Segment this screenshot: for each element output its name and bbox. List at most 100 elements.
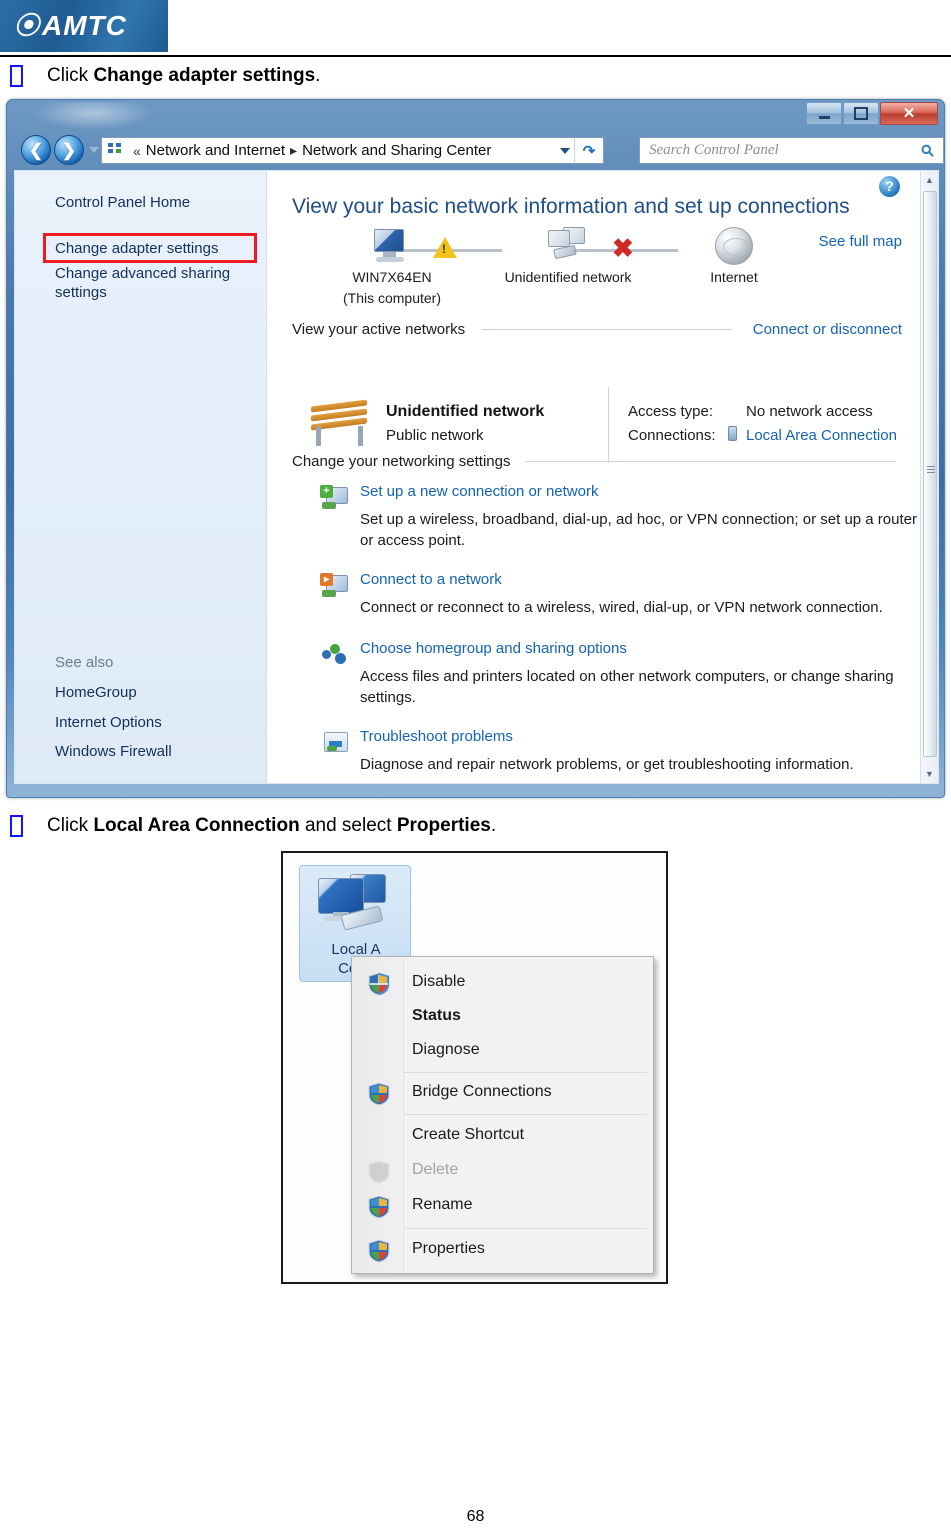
content-scrollbar[interactable]: ▲ ▼ — [920, 171, 938, 783]
address-dropdown-button[interactable] — [556, 147, 574, 154]
sidebar-item-internet-options[interactable]: Internet Options — [55, 713, 162, 732]
connect-network-icon: ▸ — [320, 573, 350, 601]
titlebar-glow — [33, 102, 153, 130]
sidebar-item-homegroup[interactable]: HomeGroup — [55, 683, 137, 702]
refresh-button[interactable]: ↷ — [574, 138, 603, 163]
context-menu-item-disable[interactable]: Disable — [352, 967, 653, 1001]
scroll-up-icon[interactable]: ▲ — [921, 171, 938, 189]
access-type-value: No network access — [746, 403, 873, 420]
address-bar-row: ❮ ❯ « Network and Internet ▸ Network and… — [7, 135, 944, 166]
task-title[interactable]: Troubleshoot problems — [360, 728, 513, 745]
context-menu-separator — [404, 1114, 647, 1115]
sidebar-item-change-advanced-sharing-settings[interactable]: Change advanced sharing settings — [55, 264, 245, 302]
ethernet-plug-icon — [728, 426, 737, 441]
forward-button[interactable]: ❯ — [54, 135, 84, 165]
networking-settings-rule — [526, 461, 896, 462]
amtc-logo: ⦿ AMTC — [0, 0, 168, 52]
connect-or-disconnect-link[interactable]: Connect or disconnect — [753, 321, 902, 338]
context-menu-item-delete: Delete — [352, 1155, 653, 1189]
step-2-mid: and select — [299, 815, 397, 836]
local-area-connection-link[interactable]: Local Area Connection — [746, 427, 897, 444]
page-header: ⦿ AMTC — [0, 0, 951, 57]
task-description: Access files and printers located on oth… — [360, 668, 894, 706]
window-controls: ✕ — [805, 102, 938, 125]
help-icon[interactable]: ? — [879, 176, 900, 197]
map-node-computer[interactable]: WIN7X64EN (This computer) — [322, 227, 462, 307]
context-menu-item-properties[interactable]: Properties — [352, 1234, 653, 1268]
sidebar-item-change-adapter-settings[interactable]: Change adapter settings — [55, 239, 218, 258]
step-2-text: Click Local Area Connection and select P… — [47, 815, 496, 837]
see-also-heading: See also — [55, 654, 114, 671]
context-menu-item-rename[interactable]: Rename — [352, 1190, 653, 1224]
task-title[interactable]: Connect to a network — [360, 571, 502, 588]
content-pane: ? View your basic network information an… — [268, 171, 938, 783]
step-2-bold: Local Area Connection — [93, 815, 300, 836]
new-connection-icon: + — [320, 485, 350, 513]
search-box[interactable]: Search Control Panel ⚲ — [639, 137, 944, 164]
context-menu-item-label: Rename — [412, 1196, 473, 1213]
context-menu-item-label: Delete — [412, 1161, 459, 1178]
context-menu-item-create-shortcut[interactable]: Create Shortcut — [352, 1120, 653, 1154]
maximize-button[interactable] — [843, 102, 879, 125]
navigation-buttons: ❮ ❯ — [21, 135, 99, 165]
context-menu-screenshot: Local AConn Disable Status Diagnose Brid… — [281, 851, 668, 1284]
context-menu-item-diagnose[interactable]: Diagnose — [352, 1035, 653, 1069]
shield-icon — [368, 1239, 390, 1263]
chevron-down-icon — [560, 147, 570, 154]
computer-icon — [370, 227, 414, 265]
task-title[interactable]: Choose homegroup and sharing options — [360, 640, 627, 657]
multiple-computers-icon — [546, 227, 590, 265]
sidebar-item-control-panel-home[interactable]: Control Panel Home — [55, 193, 190, 212]
search-input[interactable]: Search Control Panel — [649, 142, 779, 159]
context-menu-item-label: Properties — [412, 1240, 485, 1257]
search-icon: ⚲ — [918, 140, 939, 162]
map-node-network-label: Unidentified network — [504, 269, 632, 285]
context-menu: Disable Status Diagnose Bridge Connectio… — [351, 956, 654, 1274]
map-node-network[interactable]: Unidentified network — [498, 227, 638, 286]
scroll-down-icon[interactable]: ▼ — [921, 765, 938, 783]
local-area-connection-icon — [318, 874, 394, 936]
access-type-label: Access type: — [628, 403, 714, 420]
breadcrumb-item-network-and-sharing-center[interactable]: Network and Sharing Center — [302, 142, 491, 159]
task-description: Set up a wireless, broadband, dial-up, a… — [360, 511, 917, 549]
sidebar-item-windows-firewall[interactable]: Windows Firewall — [55, 742, 172, 761]
step-2-bold2: Properties — [396, 815, 491, 836]
recent-pages-icon[interactable] — [89, 147, 99, 153]
back-button[interactable]: ❮ — [21, 135, 51, 165]
task-description: Connect or reconnect to a wireless, wire… — [360, 599, 883, 616]
network-sharing-center-window: ✕ ❮ ❯ « Network and Internet ▸ Network a… — [6, 99, 945, 798]
task-title[interactable]: Set up a new connection or network — [360, 483, 598, 500]
context-menu-separator — [404, 1072, 647, 1073]
context-menu-item-label: Status — [412, 1007, 461, 1024]
step-2-prefix: Click — [47, 815, 94, 836]
minimize-button[interactable] — [806, 102, 842, 125]
context-menu-item-label: Diagnose — [412, 1041, 480, 1058]
window-titlebar[interactable]: ✕ — [7, 100, 944, 134]
breadcrumb-overflow-icon[interactable]: « — [133, 143, 141, 159]
troubleshoot-icon — [320, 730, 350, 758]
close-button[interactable]: ✕ — [880, 102, 938, 125]
address-bar[interactable]: « Network and Internet ▸ Network and Sha… — [101, 137, 604, 164]
context-menu-item-status[interactable]: Status — [352, 1001, 653, 1035]
map-node-internet[interactable]: Internet — [674, 227, 794, 286]
step-1-suffix: . — [315, 65, 321, 86]
scrollbar-thumb[interactable] — [923, 191, 937, 757]
map-node-computer-label: WIN7X64EN — [352, 269, 432, 285]
context-menu-item-label: Create Shortcut — [412, 1126, 525, 1143]
task-description: Diagnose and repair network problems, or… — [360, 756, 854, 773]
context-menu-separator — [404, 1228, 647, 1229]
context-menu-item-bridge-connections[interactable]: Bridge Connections — [352, 1077, 653, 1111]
bullet-box-icon — [10, 65, 23, 87]
public-network-bench-icon — [308, 399, 372, 449]
step-1-prefix: Click — [47, 65, 94, 86]
homegroup-icon — [320, 642, 350, 670]
breadcrumb-item-network-and-internet[interactable]: Network and Internet — [146, 142, 285, 159]
step-2: Click Local Area Connection and select P… — [0, 812, 496, 840]
step-1-text: Click Change adapter settings. — [47, 65, 320, 87]
network-map: ! ✖ WIN7X64EN (This computer) Unidentifi… — [292, 227, 912, 307]
network-sharing-icon — [108, 143, 123, 158]
map-node-computer-sublabel: (This computer) — [342, 290, 442, 306]
sidebar: Control Panel Home Change adapter settin… — [15, 171, 267, 783]
page-title: View your basic network information and … — [292, 195, 850, 218]
active-network-type: Public network — [386, 427, 484, 444]
